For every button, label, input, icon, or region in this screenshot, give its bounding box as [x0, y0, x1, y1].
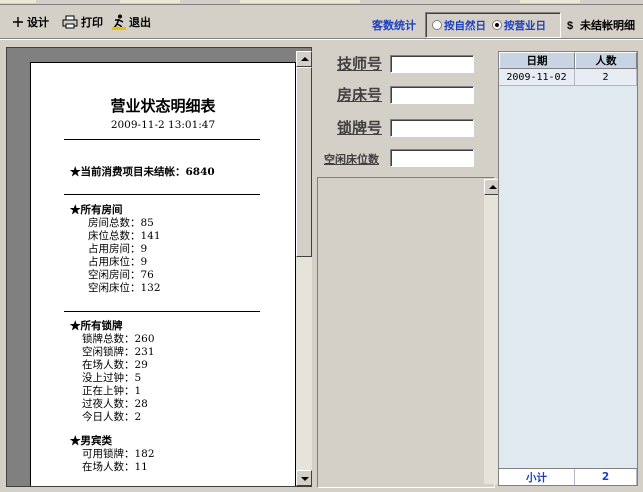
- plus-icon: [13, 17, 23, 27]
- running-man-icon: [112, 14, 126, 30]
- room-label: 房床号: [337, 86, 383, 104]
- customer-stat-label: 客数统计: [372, 19, 416, 32]
- tags-total: 锁牌总数：260: [82, 333, 155, 345]
- report-title: 营业状态明细表: [110, 97, 216, 115]
- report-paper: 营业状态明细表 2009-11-2 13:01:47 ★当前消费项目未结帐：68…: [30, 62, 296, 486]
- report-preview-pane: 营业状态明细表 2009-11-2 13:01:47 ★当前消费项目未结帐：68…: [6, 47, 312, 487]
- room-field-row: 房床号: [315, 84, 497, 106]
- beds-total: 床位总数：141: [88, 230, 161, 242]
- rooms-free: 空闲房间：76: [88, 269, 154, 281]
- tag-label: 锁牌号: [337, 119, 383, 137]
- beds-occupied: 占用床位：9: [88, 256, 148, 268]
- technician-field-row: 技师号: [315, 53, 497, 75]
- cell-date: 2009-11-02: [499, 69, 575, 86]
- unsettled-details-button[interactable]: $ 未结帐明细: [567, 17, 635, 33]
- result-list[interactable]: [317, 177, 495, 488]
- exit-button[interactable]: 退出: [112, 13, 151, 31]
- design-label: 设计: [27, 16, 49, 29]
- table-row[interactable]: 2009-11-02 2: [499, 69, 637, 86]
- design-button[interactable]: 设计: [12, 13, 49, 31]
- overnight-count: 过夜人数：28: [82, 398, 148, 410]
- unsettled-details-label: 未结帐明细: [580, 19, 635, 32]
- free-beds-label: 空闲床位数: [324, 153, 379, 166]
- subtotal-label: 小计: [499, 469, 575, 485]
- tag-field-row: 锁牌号: [315, 117, 497, 139]
- tags-free: 空闲锁牌：231: [82, 346, 155, 358]
- today-count: 今日人数：2: [82, 411, 142, 423]
- tags-heading: ★所有锁牌: [70, 320, 123, 332]
- technician-input[interactable]: [390, 55, 474, 73]
- print-label: 打印: [81, 16, 103, 29]
- toolbar: 设计 打印 退出 客数统计 按自然日 按营业日 $ 未结帐明细: [0, 5, 643, 39]
- divider: [64, 139, 260, 140]
- day-mode-radio-group: 按自然日 按营业日: [425, 12, 561, 38]
- grid-header: 日期 人数: [499, 52, 637, 69]
- tag-input[interactable]: [390, 119, 474, 137]
- column-header-count[interactable]: 人数: [575, 52, 637, 69]
- radio-natural-day-dot: [432, 20, 442, 30]
- column-header-date[interactable]: 日期: [499, 52, 575, 69]
- radio-business-day-dot: [492, 20, 502, 30]
- dollar-icon: $: [567, 20, 573, 31]
- scroll-up-arrow-icon[interactable]: [296, 51, 312, 67]
- report-datetime: 2009-11-2 13:01:47: [110, 119, 216, 131]
- search-pane: 技师号 房床号 锁牌号 空闲床位数: [315, 43, 497, 490]
- cell-count: 2: [575, 69, 637, 86]
- radio-natural-day[interactable]: 按自然日: [432, 18, 486, 33]
- exit-label: 退出: [129, 16, 151, 29]
- divider: [64, 194, 260, 195]
- room-input[interactable]: [390, 86, 474, 104]
- print-button[interactable]: 打印: [62, 13, 103, 31]
- daily-count-grid: 日期 人数 2009-11-02 2 小计 2: [498, 51, 638, 486]
- rooms-occupied: 占用房间：9: [88, 243, 148, 255]
- free-beds-field-row: 空闲床位数: [315, 147, 497, 169]
- technician-label: 技师号: [337, 55, 383, 73]
- rooms-total: 房间总数：85: [88, 217, 154, 229]
- radio-business-day-label: 按营业日: [504, 19, 546, 32]
- beds-free: 空闲床位：132: [88, 282, 161, 294]
- radio-natural-day-label: 按自然日: [444, 19, 486, 32]
- svg-text:$: $: [567, 20, 573, 31]
- scroll-thumb[interactable]: [296, 67, 312, 257]
- male-heading: ★男宾类: [70, 435, 112, 447]
- printer-icon: [62, 15, 78, 29]
- male-tags-available: 可用锁牌：182: [82, 448, 155, 460]
- subtotal-value: 2: [575, 469, 637, 485]
- male-present-count: 在场人数：11: [82, 461, 148, 473]
- present-count: 在场人数：29: [82, 359, 148, 371]
- radio-business-day[interactable]: 按营业日: [492, 18, 546, 33]
- clocking-count: 正在上钟：1: [82, 385, 142, 397]
- not-clocked-count: 没上过钟：5: [82, 372, 142, 384]
- free-beds-input[interactable]: [390, 149, 474, 167]
- grid-footer: 小计 2: [499, 468, 637, 485]
- divider: [64, 311, 260, 312]
- report-scrollbar[interactable]: [296, 51, 312, 486]
- rooms-heading: ★所有房间: [70, 204, 123, 216]
- scroll-down-arrow-icon[interactable]: [296, 470, 312, 486]
- unsettled-amount-line: ★当前消费项目未结帐：6840: [70, 166, 215, 178]
